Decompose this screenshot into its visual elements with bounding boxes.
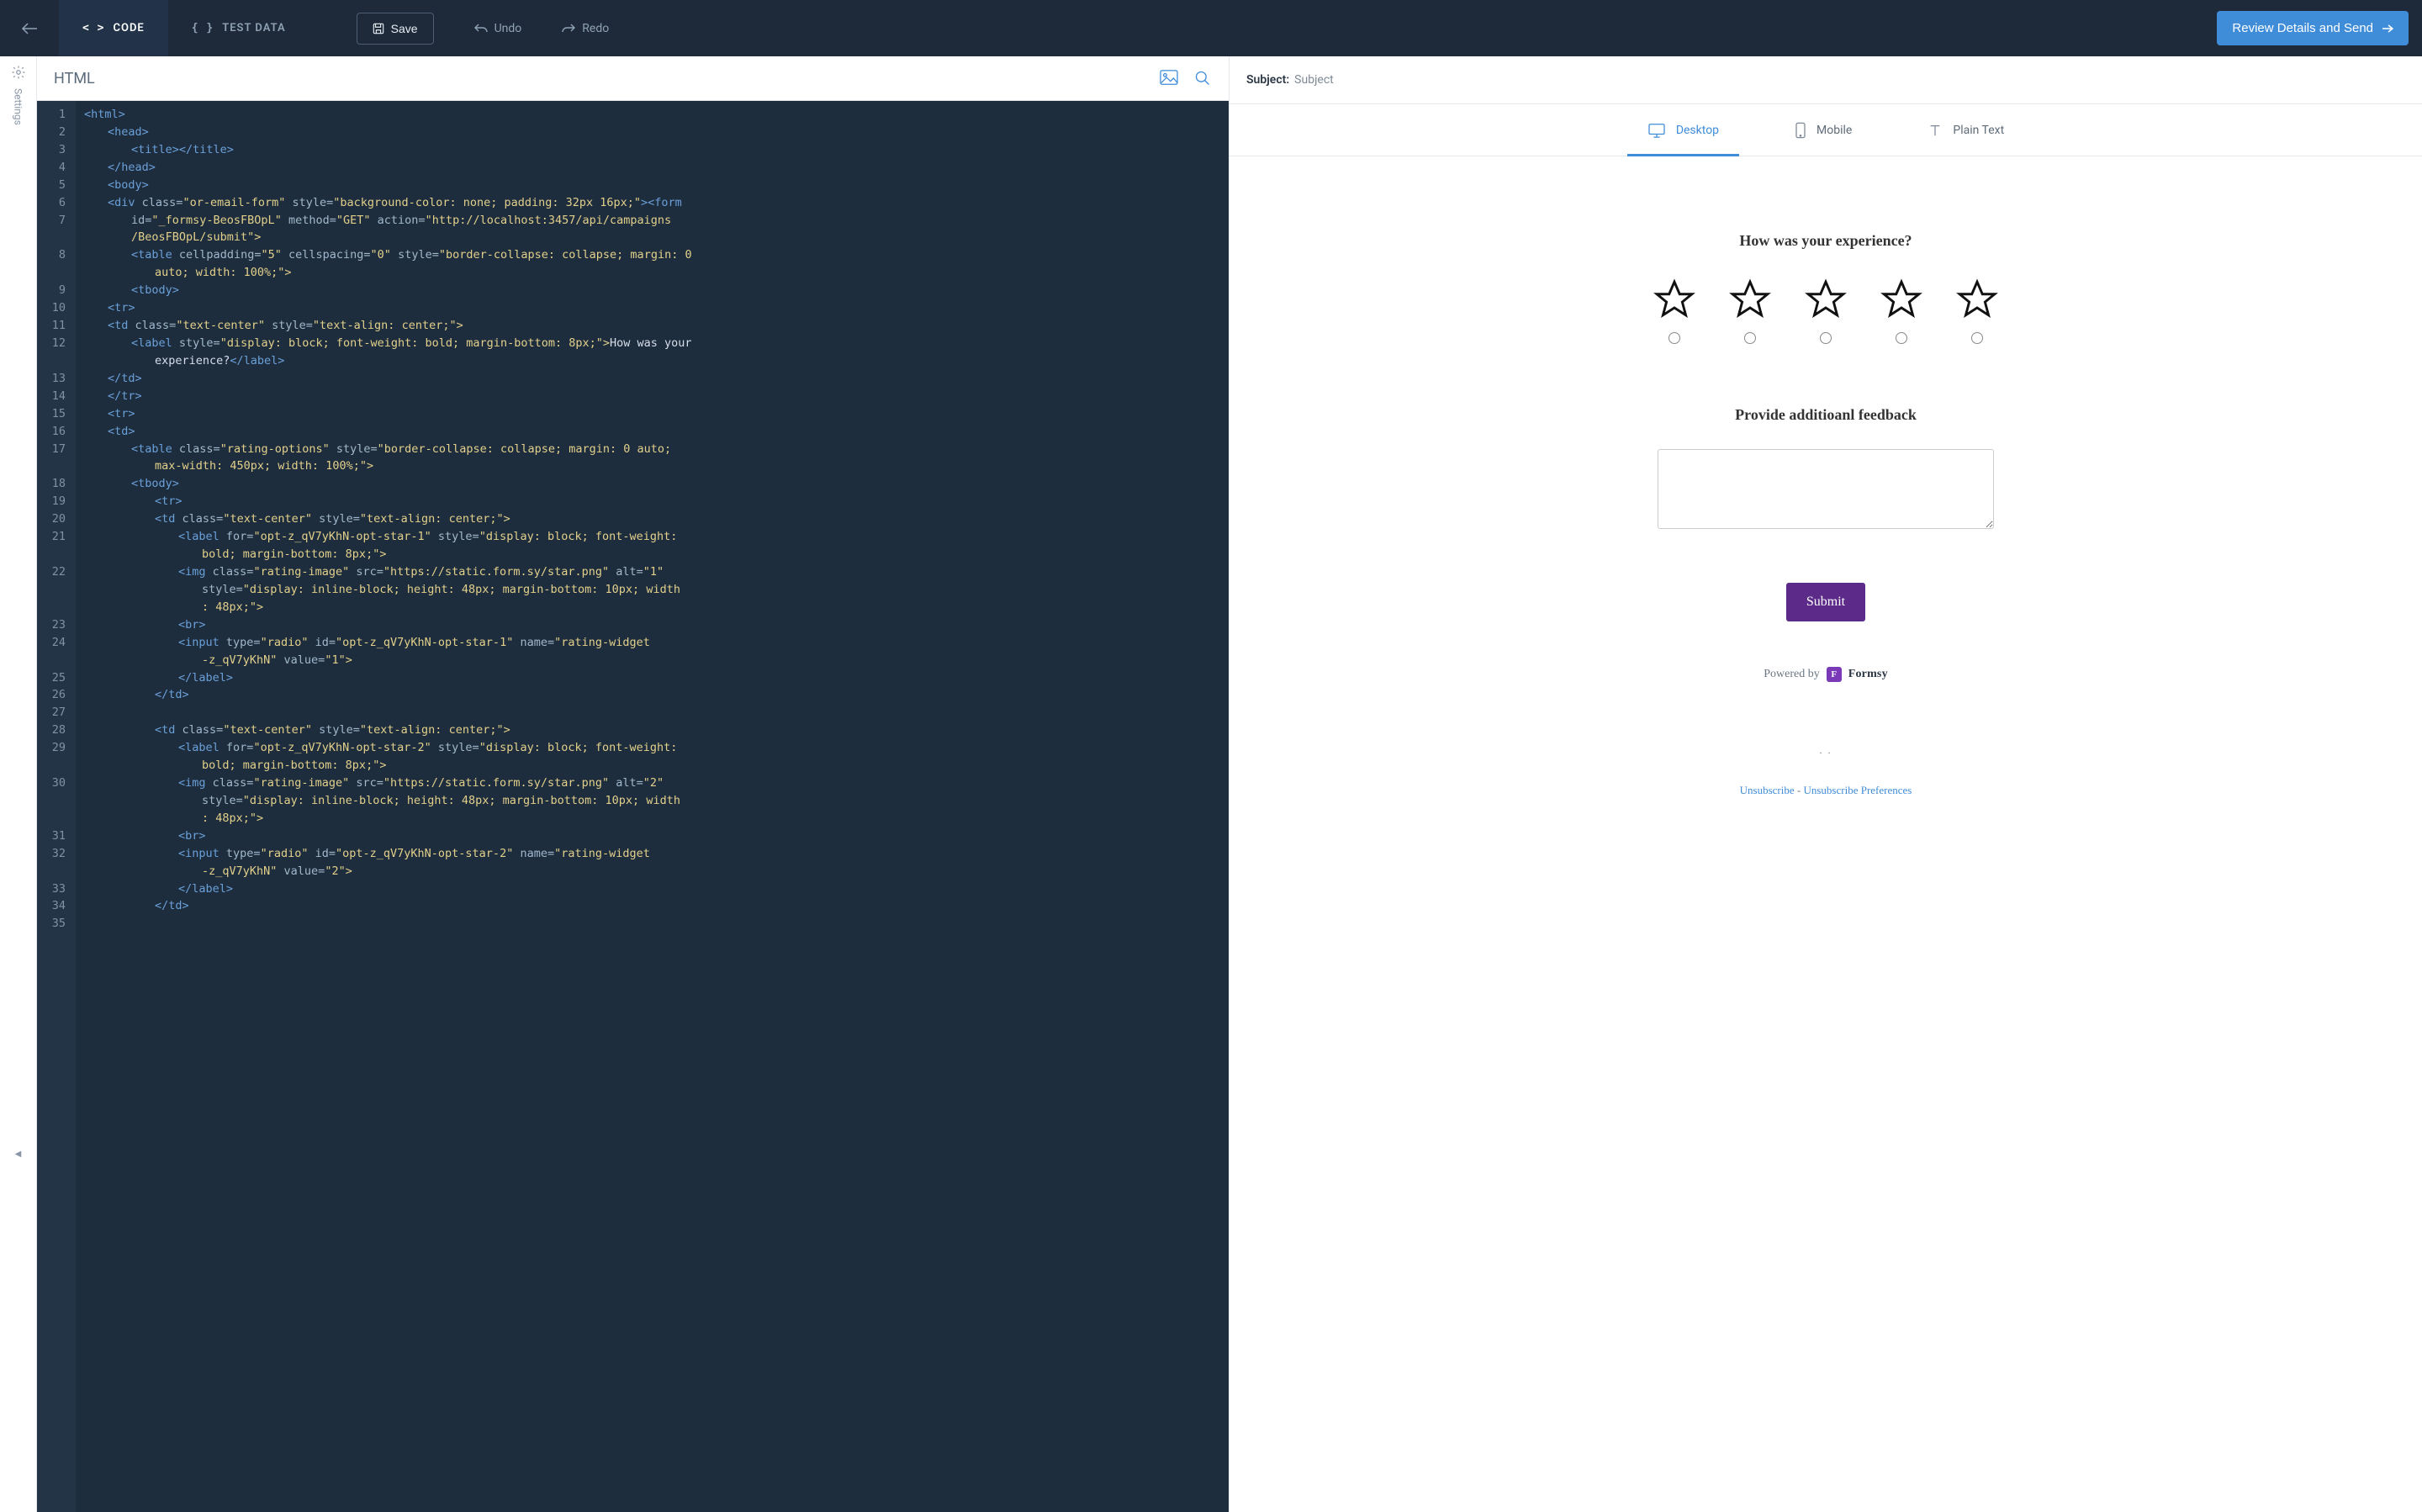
review-send-button[interactable]: Review Details and Send xyxy=(2217,11,2409,45)
main: Settings ◀ HTML 123456789101112131415161… xyxy=(0,56,2422,1512)
redo-label: Redo xyxy=(582,22,609,35)
brand-logo-icon: F xyxy=(1827,667,1842,682)
submit-button[interactable]: Submit xyxy=(1786,583,1865,621)
radio-4[interactable] xyxy=(1896,332,1907,344)
image-icon[interactable] xyxy=(1160,69,1178,87)
tiny-dots: . . xyxy=(1820,744,1832,757)
feedback-textarea[interactable] xyxy=(1658,449,1994,529)
fold-icon[interactable]: ◀ xyxy=(15,1150,22,1159)
star-icon xyxy=(1805,278,1847,320)
code-icon: < > xyxy=(82,22,104,34)
unsubscribe-link[interactable]: Unsubscribe xyxy=(1740,784,1795,796)
powered-label: Powered by xyxy=(1764,668,1820,681)
redo-button[interactable]: Redo xyxy=(562,22,609,35)
undo-button[interactable]: Undo xyxy=(474,22,522,35)
redo-icon xyxy=(562,23,575,34)
star-option-4[interactable] xyxy=(1880,278,1922,344)
topbar: < > CODE { } TEST DATA Save Undo Redo Re… xyxy=(0,0,2422,56)
review-label: Review Details and Send xyxy=(2232,21,2373,35)
tab-code-label: CODE xyxy=(113,22,144,34)
tab-testdata-label: TEST DATA xyxy=(222,22,285,34)
gear-icon[interactable] xyxy=(11,65,26,80)
star-icon xyxy=(1880,278,1922,320)
powered-by: Powered by F Formsy xyxy=(1764,667,1888,682)
save-label: Save xyxy=(391,22,418,35)
mobile-icon xyxy=(1795,122,1806,139)
tab-test-data[interactable]: { } TEST DATA xyxy=(168,0,309,56)
radio-5[interactable] xyxy=(1971,332,1983,344)
device-mobile-label: Mobile xyxy=(1816,124,1852,137)
subject-bar: Subject: Subject xyxy=(1230,56,2422,104)
editor-header: HTML xyxy=(37,56,1229,101)
question-experience: How was your experience? xyxy=(1739,232,1912,250)
device-tab-desktop[interactable]: Desktop xyxy=(1639,104,1727,156)
radio-1[interactable] xyxy=(1668,332,1680,344)
subject-label: Subject: xyxy=(1246,73,1289,87)
code-editor[interactable]: 1234567891011121314151617181920212223242… xyxy=(37,101,1229,1512)
unsubscribe-pref-link[interactable]: Unsubscribe Preferences xyxy=(1803,784,1912,796)
device-tab-mobile[interactable]: Mobile xyxy=(1786,104,1860,156)
save-button[interactable]: Save xyxy=(357,13,434,45)
undo-icon xyxy=(474,23,488,34)
editor-pane: HTML 12345678910111213141516171819202122… xyxy=(37,56,1230,1512)
undo-label: Undo xyxy=(494,22,522,35)
text-icon xyxy=(1928,123,1943,138)
star-option-2[interactable] xyxy=(1729,278,1771,344)
settings-label[interactable]: Settings xyxy=(13,88,24,125)
code-content[interactable]: <html><head><title></title></head><body>… xyxy=(76,101,701,1512)
star-option-1[interactable] xyxy=(1653,278,1695,344)
star-option-5[interactable] xyxy=(1956,278,1998,344)
radio-3[interactable] xyxy=(1820,332,1832,344)
braces-icon: { } xyxy=(192,22,214,34)
unsubscribe-links: Unsubscribe - Unsubscribe Preferences xyxy=(1740,784,1912,797)
arrow-right-icon xyxy=(2382,24,2393,33)
line-gutter: 1234567891011121314151617181920212223242… xyxy=(37,101,76,1512)
device-plain-label: Plain Text xyxy=(1953,124,2004,137)
device-tab-plaintext[interactable]: Plain Text xyxy=(1919,104,2012,156)
device-desktop-label: Desktop xyxy=(1676,124,1719,137)
preview-body: How was your experience? xyxy=(1230,156,2422,1512)
settings-rail: Settings ◀ xyxy=(0,56,37,1512)
save-icon xyxy=(373,23,384,34)
search-icon[interactable] xyxy=(1193,69,1212,87)
stars-row xyxy=(1653,278,1998,344)
radio-2[interactable] xyxy=(1744,332,1756,344)
brand-name: Formsy xyxy=(1848,668,1888,681)
subject-value: Subject xyxy=(1294,73,1334,87)
star-icon xyxy=(1729,278,1771,320)
desktop-icon xyxy=(1647,123,1666,138)
star-option-3[interactable] xyxy=(1805,278,1847,344)
star-icon xyxy=(1956,278,1998,320)
star-icon xyxy=(1653,278,1695,320)
tab-code[interactable]: < > CODE xyxy=(59,0,168,56)
question-feedback: Provide additioanl feedback xyxy=(1735,406,1917,424)
device-tabs: Desktop Mobile Plain Text xyxy=(1230,104,2422,156)
editor-title: HTML xyxy=(54,70,1145,87)
preview-pane: Subject: Subject Desktop Mobile Plain Te… xyxy=(1230,56,2422,1512)
back-button[interactable] xyxy=(0,0,59,56)
